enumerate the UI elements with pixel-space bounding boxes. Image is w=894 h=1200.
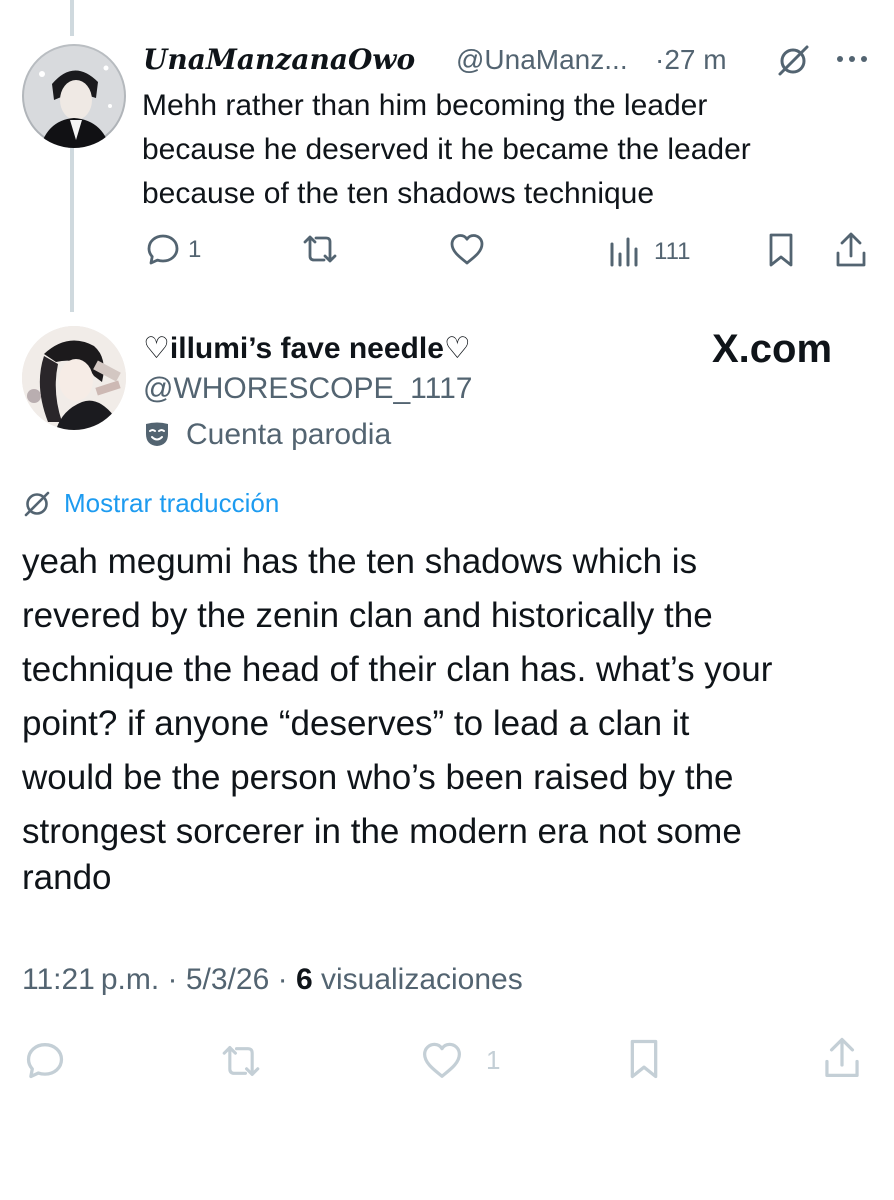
- mask-icon: [143, 420, 171, 448]
- retweet-icon[interactable]: [218, 1042, 264, 1080]
- reply-handle[interactable]: @UnaManz...: [456, 42, 628, 78]
- reply-time[interactable]: ·27 m: [655, 42, 727, 78]
- main-text-line: strongest sorcerer in the modern era not…: [22, 812, 742, 851]
- heart-icon[interactable]: [420, 1040, 464, 1080]
- bookmark-icon[interactable]: [626, 1038, 662, 1080]
- reply-views-count: 111: [654, 238, 691, 265]
- reply-display-name[interactable]: UnaManzanaOwo: [143, 42, 415, 78]
- main-text-line: would be the person who’s been raised by…: [22, 758, 734, 797]
- thread-line-top: [70, 0, 74, 36]
- share-icon[interactable]: [834, 231, 868, 269]
- reply-text-line: because he deserved it he became the lea…: [142, 133, 751, 166]
- x-com-watermark: X.com: [712, 327, 833, 371]
- translate-link[interactable]: Mostrar traducción: [64, 486, 279, 520]
- views-count: 6: [295, 963, 313, 996]
- main-display-name[interactable]: ♡illumi’s fave needle♡: [143, 330, 471, 368]
- heart-icon[interactable]: [448, 232, 486, 266]
- thread-line-bottom: [70, 140, 74, 312]
- tweet-meta: 11:21 p.m. · 5/3/26 · 6 visualizaciones: [22, 961, 523, 999]
- more-dots-icon[interactable]: [834, 52, 870, 66]
- bookmark-icon[interactable]: [766, 232, 796, 268]
- reply-text-line: Mehh rather than him becoming the leader: [142, 89, 708, 122]
- share-icon[interactable]: [822, 1036, 862, 1080]
- views-chart-icon[interactable]: [608, 236, 642, 268]
- like-count: 1: [486, 1045, 501, 1075]
- main-text-line: rando: [22, 858, 112, 897]
- retweet-icon[interactable]: [300, 232, 340, 266]
- comment-icon[interactable]: [24, 1040, 66, 1080]
- reply-avatar[interactable]: [22, 44, 126, 148]
- views-label: visualizaciones: [320, 963, 523, 996]
- grok-icon[interactable]: [776, 43, 810, 77]
- main-text-line: revered by the zenin clan and historical…: [22, 596, 713, 635]
- reply-count: 1: [188, 236, 202, 263]
- reply-text-line: because of the ten shadows technique: [142, 177, 655, 210]
- timestamp[interactable]: 11:21 p.m. · 5/3/26 ·: [22, 963, 288, 996]
- comment-icon[interactable]: [146, 232, 180, 266]
- main-text-line: point? if anyone “deserves” to lead a cl…: [22, 704, 690, 743]
- main-handle[interactable]: @WHORESCOPE_1117: [143, 370, 472, 408]
- translate-icon[interactable]: [22, 488, 52, 518]
- main-text-line: technique the head of their clan has. wh…: [22, 650, 773, 689]
- main-avatar[interactable]: [22, 326, 126, 430]
- parody-label: Cuenta parodia: [186, 418, 392, 451]
- main-text-line: yeah megumi has the ten shadows which is: [22, 542, 698, 581]
